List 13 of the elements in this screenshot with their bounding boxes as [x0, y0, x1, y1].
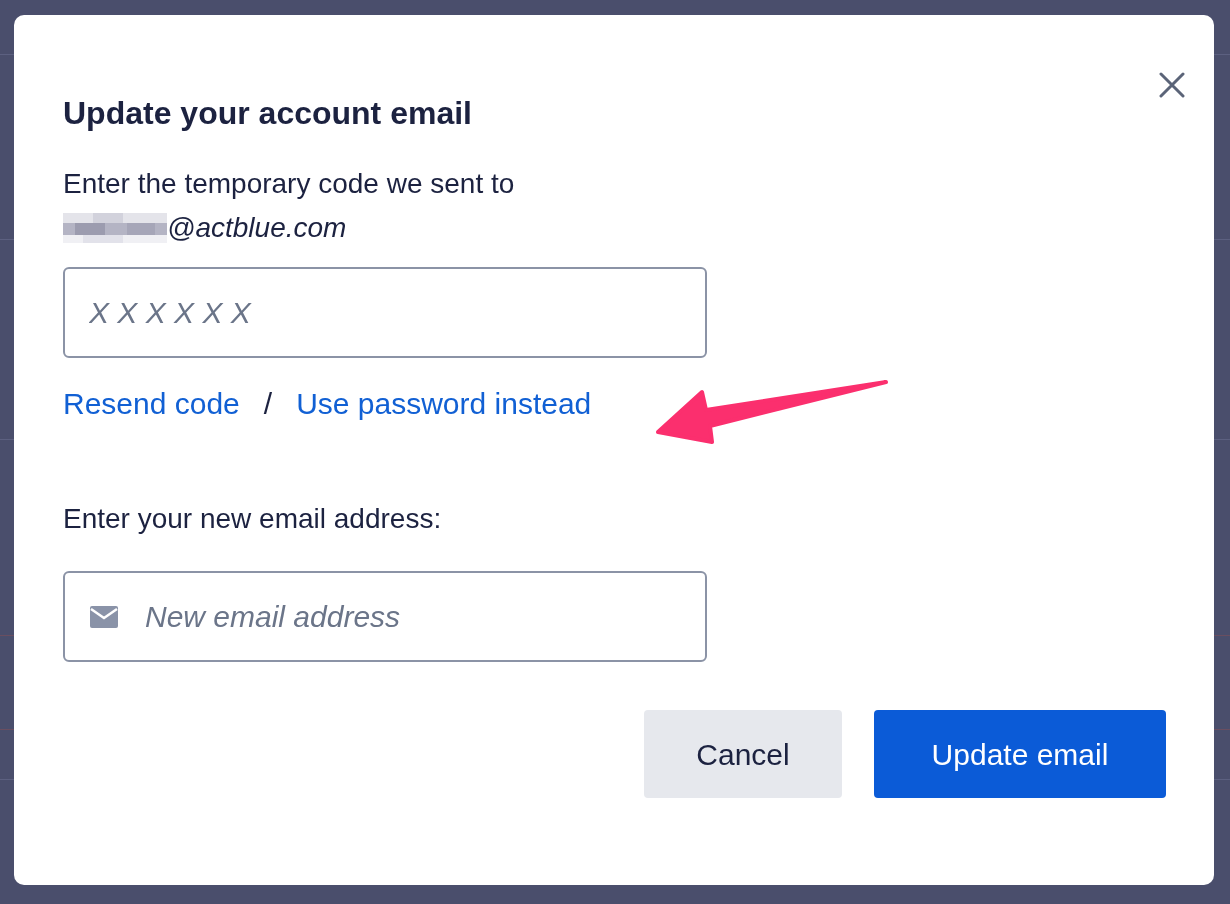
dialog-title: Update your account email	[63, 94, 473, 133]
code-field[interactable]: X X X X X X	[63, 267, 707, 358]
new-email-label: Enter your new email address:	[63, 502, 443, 536]
envelope-icon	[90, 606, 118, 628]
close-icon	[1159, 72, 1185, 98]
resend-code-link[interactable]: Resend code	[63, 384, 240, 424]
instruction-text: Enter the temporary code we sent to	[63, 167, 516, 201]
use-password-link[interactable]: Use password instead	[296, 384, 592, 424]
email-domain: @actblue.com	[167, 211, 347, 245]
separator: /	[263, 386, 273, 422]
cancel-button[interactable]: Cancel	[644, 710, 842, 798]
email-field[interactable]: New email address	[63, 571, 707, 662]
update-email-button[interactable]: Update email	[874, 710, 1166, 798]
